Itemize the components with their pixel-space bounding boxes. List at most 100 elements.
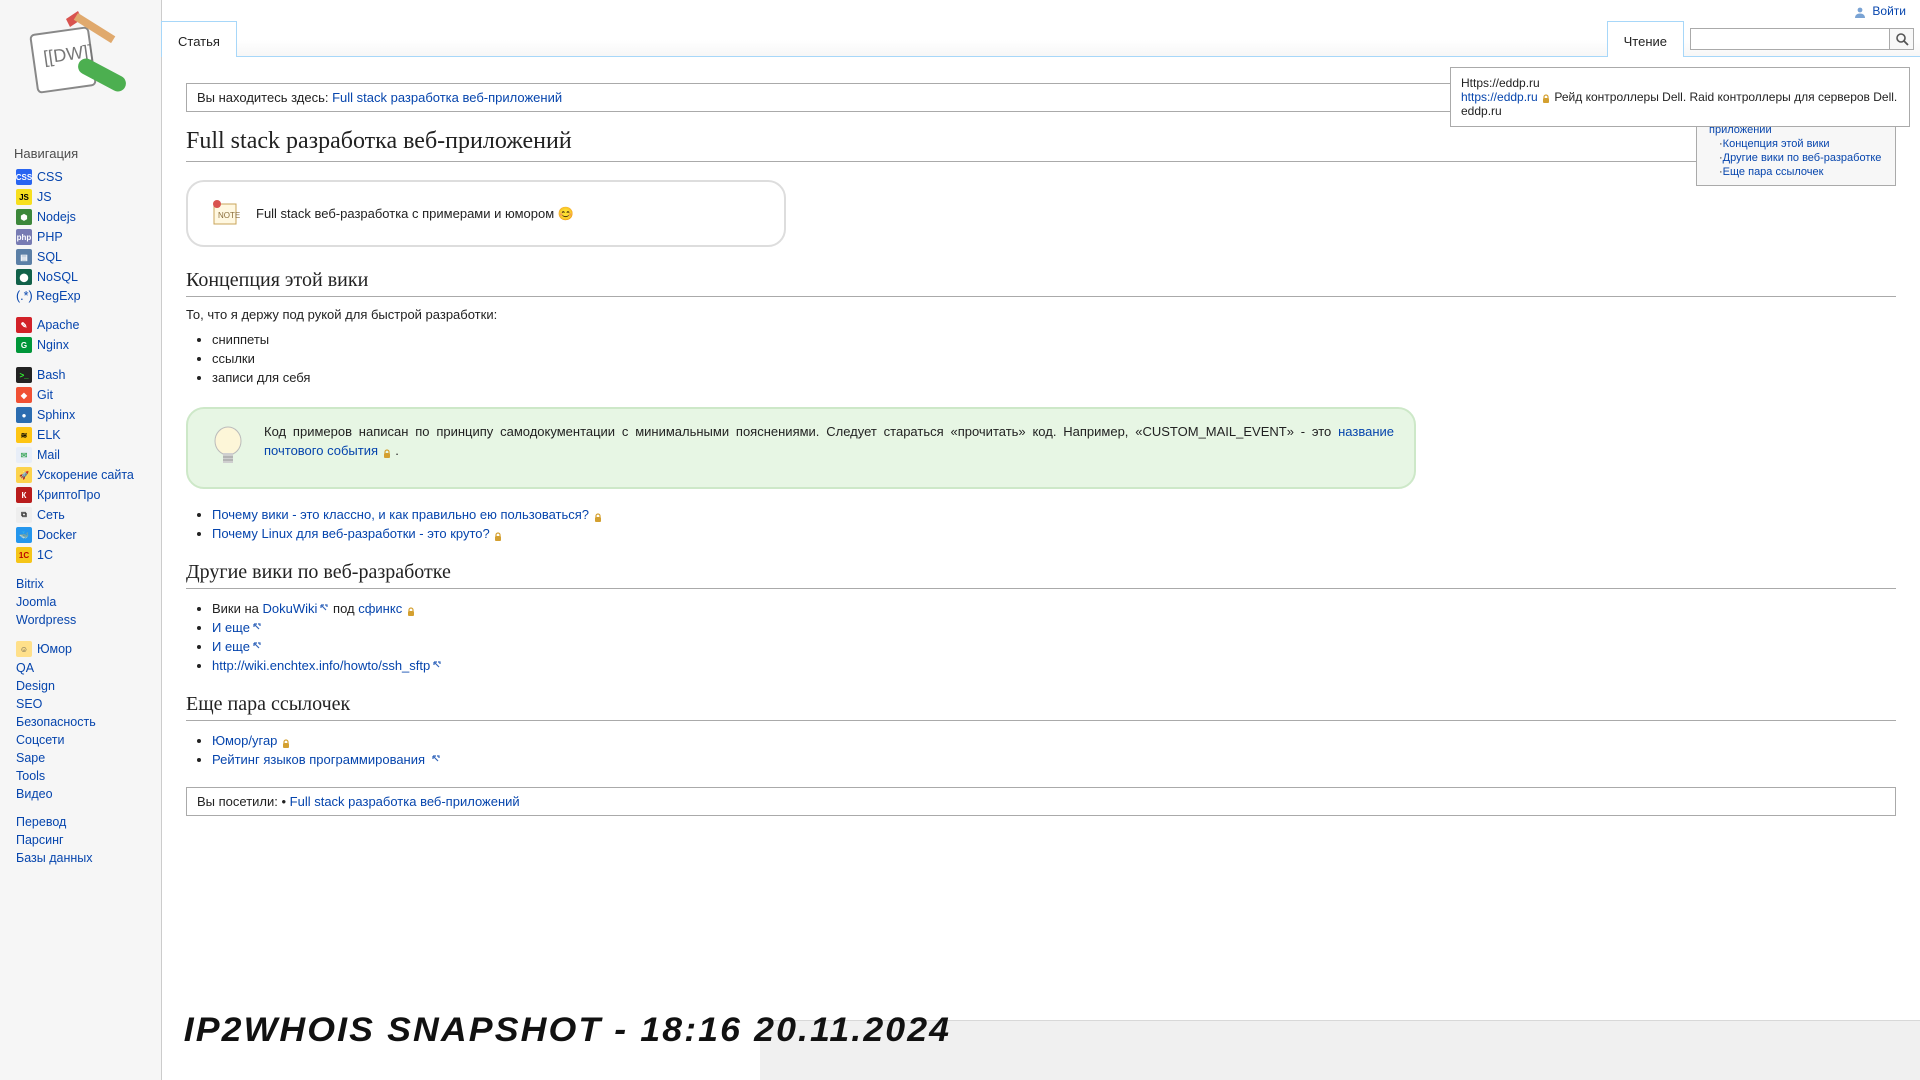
sidebar-link[interactable]: 1C [37,548,53,562]
promo-line1: Https://eddp.ru [1461,76,1899,90]
sidebar-link[interactable]: NoSQL [37,270,78,284]
tabs-row: Статья Чтение [162,0,1920,57]
nav-item-icon: php [16,229,32,245]
nav-item-icon: ☺ [16,641,32,657]
search-icon [1895,32,1909,46]
sidebar-link[interactable]: Bash [37,368,66,382]
sidebar-link[interactable]: Nginx [37,338,69,352]
tab-read[interactable]: Чтение [1607,21,1684,57]
toc-item: ·Еще пара ссылочек [1709,165,1889,179]
sidebar-link[interactable]: Перевод [16,815,66,829]
content-link[interactable]: Юмор/угар [212,733,277,748]
sidebar-item: Wordpress [16,611,157,629]
toc-link[interactable]: Еще пара ссылочек [1723,166,1824,178]
main-area: Войти Статья Чтение Https://eddp.ru [162,0,1920,1080]
sidebar-item: Базы данных [16,849,157,867]
lock-icon [1541,93,1551,103]
content-link[interactable]: сфинкс [358,601,402,616]
sidebar-link[interactable]: Design [16,679,55,693]
list-item: Почему Linux для веб-разработки - это кр… [212,524,1896,543]
nav-item-icon: CSS [16,169,32,185]
sidebar-link[interactable]: Сеть [37,508,65,522]
sidebar-link[interactable]: Безопасность [16,715,96,729]
content-link[interactable]: http://wiki.enchtex.info/howto/ssh_sftp [212,658,430,673]
sidebar-link[interactable]: Docker [37,528,77,542]
sidebar-link[interactable]: ELK [37,428,61,442]
breadcrumb-link[interactable]: Full stack разработка веб-приложений [332,90,562,105]
sidebar-link[interactable]: Bitrix [16,577,44,591]
sidebar-item: php PHP [16,227,157,247]
sidebar-item: ⬢Nodejs [16,207,157,227]
sidebar-link[interactable]: PHP [37,230,63,244]
toc-link[interactable]: Концепция этой вики [1723,138,1830,150]
tab-article[interactable]: Статья [161,21,237,57]
section-more-title: Еще пара ссылочек [186,693,1896,721]
sidebar-item: ✎Apache [16,315,157,335]
list-item: Рейтинг языков программирования [212,750,1896,769]
snapshot-banner: IP2WHOIS SNAPSHOT - 18:16 20.11.2024 [184,1011,951,1050]
sidebar-link[interactable]: Базы данных [16,851,93,865]
visited-link[interactable]: Full stack разработка веб-приложений [290,794,520,809]
content-link[interactable]: Почему вики - это классно, и как правиль… [212,507,589,522]
nav-item-icon: ⧉ [16,507,32,523]
site-logo[interactable]: [[DW]] [16,5,146,135]
sidebar-link[interactable]: Git [37,388,53,402]
sidebar-link[interactable]: Sphinx [37,408,75,422]
sidebar-item: ≋ELK [16,425,157,445]
list-item: ссылки [212,349,1896,368]
sidebar-link[interactable]: Mail [37,448,60,462]
sidebar-link[interactable]: Joomla [16,595,56,609]
sidebar-link[interactable]: QA [16,661,34,675]
sidebar-item: Joomla [16,593,157,611]
content-link[interactable]: И еще [212,639,250,654]
sidebar-link[interactable]: Парсинг [16,833,64,847]
sidebar-item: ● Sphinx [16,405,157,425]
nav-item-icon: ✉ [16,447,32,463]
sidebar-link[interactable]: Wordpress [16,613,76,627]
login-link[interactable]: Войти [1872,4,1906,18]
sidebar-link[interactable]: SEO [16,697,42,711]
toc-link[interactable]: Другие вики по веб-разработке [1723,152,1882,164]
sidebar-link[interactable]: Юмор [37,642,72,656]
sidebar-link[interactable]: CSS [37,170,63,184]
sidebar-item: Sape [16,749,157,767]
sidebar-item: Bitrix [16,575,157,593]
nav-heading: Навигация [0,140,161,165]
nav-item-icon: ● [16,407,32,423]
sidebar-link[interactable]: Apache [37,318,79,332]
sidebar-link[interactable]: Nodejs [37,210,76,224]
sidebar-link[interactable]: Tools [16,769,45,783]
list-item: Почему вики - это классно, и как правиль… [212,505,1896,524]
sidebar-link[interactable]: JS [37,190,52,204]
sidebar-item: >_Bash [16,365,157,385]
search-button[interactable] [1890,28,1914,50]
promo-box: Https://eddp.ru https://eddp.ru Рейд кон… [1450,67,1910,127]
sidebar-link[interactable]: КриптоПро [37,488,100,502]
content-link[interactable]: И еще [212,620,250,635]
external-link-icon [319,601,329,611]
sidebar-item: ⧉ Сеть [16,505,157,525]
sidebar-link[interactable]: Соцсети [16,733,65,747]
external-link-icon [252,620,262,630]
sidebar-item: ☺ Юмор [16,639,157,659]
promo-link[interactable]: https://eddp.ru [1461,90,1538,104]
promo-domain: eddp.ru [1461,104,1899,118]
note-box: NOTE Full stack веб-разработка с примера… [186,180,786,247]
sidebar-link[interactable]: Ускорение сайта [37,468,134,482]
sidebar-link[interactable]: (.*) RegExp [16,289,81,303]
content-link[interactable]: DokuWiki [263,601,318,616]
content-link[interactable]: Рейтинг языков программирования [212,752,425,767]
content-link[interactable]: Почему Linux для веб-разработки - это кр… [212,526,490,541]
sidebar-item: GNginx [16,335,157,355]
section-concept-title: Концепция этой вики [186,269,1896,297]
top-user-links: Войти [1854,4,1906,18]
breadcrumb-prefix: Вы находитесь здесь: [197,90,332,105]
search-input[interactable] [1690,28,1890,50]
external-link-icon [432,658,442,668]
external-link-icon [431,752,441,762]
sidebar-link[interactable]: Sape [16,751,45,765]
sidebar-link[interactable]: Видео [16,787,53,801]
sidebar-link[interactable]: SQL [37,250,62,264]
smile-icon: 😊 [558,206,574,222]
visited-box: Вы посетили: • Full stack разработка веб… [186,787,1896,816]
